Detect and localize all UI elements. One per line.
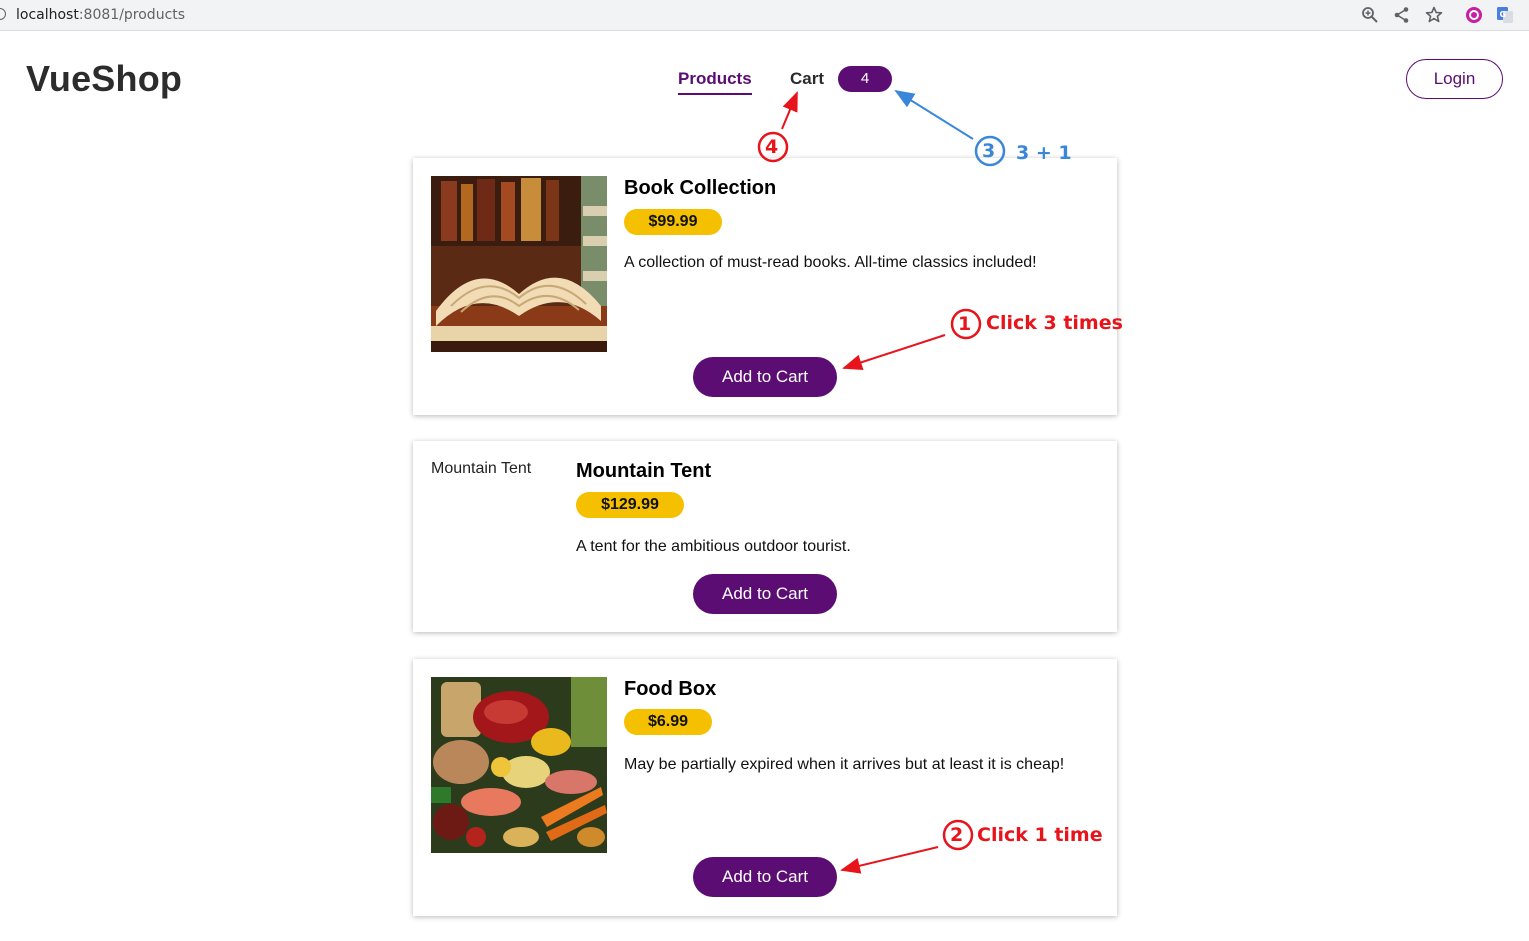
product-description: A tent for the ambitious outdoor tourist…	[576, 538, 851, 555]
url-rest: :8081/products	[78, 7, 186, 23]
nav-link-cart[interactable]: Cart	[790, 69, 824, 89]
zoom-icon[interactable]	[1360, 5, 1380, 25]
annotation-arrow-3	[894, 89, 974, 140]
add-to-cart-button[interactable]: Add to Cart	[693, 357, 837, 397]
translate-icon[interactable]: G	[1495, 5, 1515, 25]
annotation-step-3-number: 3	[982, 140, 996, 162]
annotation-step-1-number: 1	[958, 313, 972, 335]
product-image-books	[431, 176, 607, 352]
site-info-icon[interactable]	[0, 8, 6, 20]
product-title: Book Collection	[624, 177, 777, 199]
product-card-food-box: Food Box $6.99 May be partially expired …	[413, 659, 1117, 916]
login-button[interactable]: Login	[1406, 59, 1503, 99]
extension-icon[interactable]	[1464, 5, 1484, 25]
annotation-step-3-text: 3 + 1	[1016, 142, 1072, 164]
url-host: localhost	[16, 7, 79, 23]
browser-address-bar: localhost:8081/products G	[0, 0, 1529, 31]
product-image-tent-broken: Mountain Tent	[431, 460, 532, 477]
svg-text:G: G	[1500, 10, 1507, 19]
product-price: $6.99	[624, 709, 712, 735]
url-field[interactable]: localhost:8081/products	[16, 7, 185, 23]
product-image-food	[431, 677, 607, 853]
app-logo[interactable]: VueShop	[26, 58, 182, 100]
product-title: Mountain Tent	[576, 460, 712, 482]
annotation-step-4-number: 4	[765, 136, 779, 158]
cart-count-badge[interactable]: 4	[838, 66, 892, 92]
add-to-cart-button[interactable]: Add to Cart	[693, 857, 837, 897]
nav-link-products[interactable]: Products	[678, 69, 752, 95]
product-description: A collection of must-read books. All-tim…	[624, 254, 1037, 271]
product-title: Food Box	[624, 678, 717, 700]
share-icon[interactable]	[1392, 5, 1412, 25]
product-price: $99.99	[624, 209, 722, 235]
product-card-book-collection: Book Collection $99.99 A collection of m…	[413, 158, 1117, 415]
annotation-step-2-number: 2	[950, 824, 964, 846]
bookmark-star-icon[interactable]	[1424, 5, 1444, 25]
annotation-step-2-text: Click 1 time	[977, 824, 1103, 846]
annotation-step-1-text: Click 3 times	[986, 312, 1123, 334]
add-to-cart-button[interactable]: Add to Cart	[693, 574, 837, 614]
product-price: $129.99	[576, 492, 684, 518]
product-card-mountain-tent: Mountain Tent Mountain Tent $129.99 A te…	[413, 441, 1117, 632]
product-description: May be partially expired when it arrives…	[624, 756, 1065, 773]
annotation-arrow-4	[781, 91, 798, 130]
